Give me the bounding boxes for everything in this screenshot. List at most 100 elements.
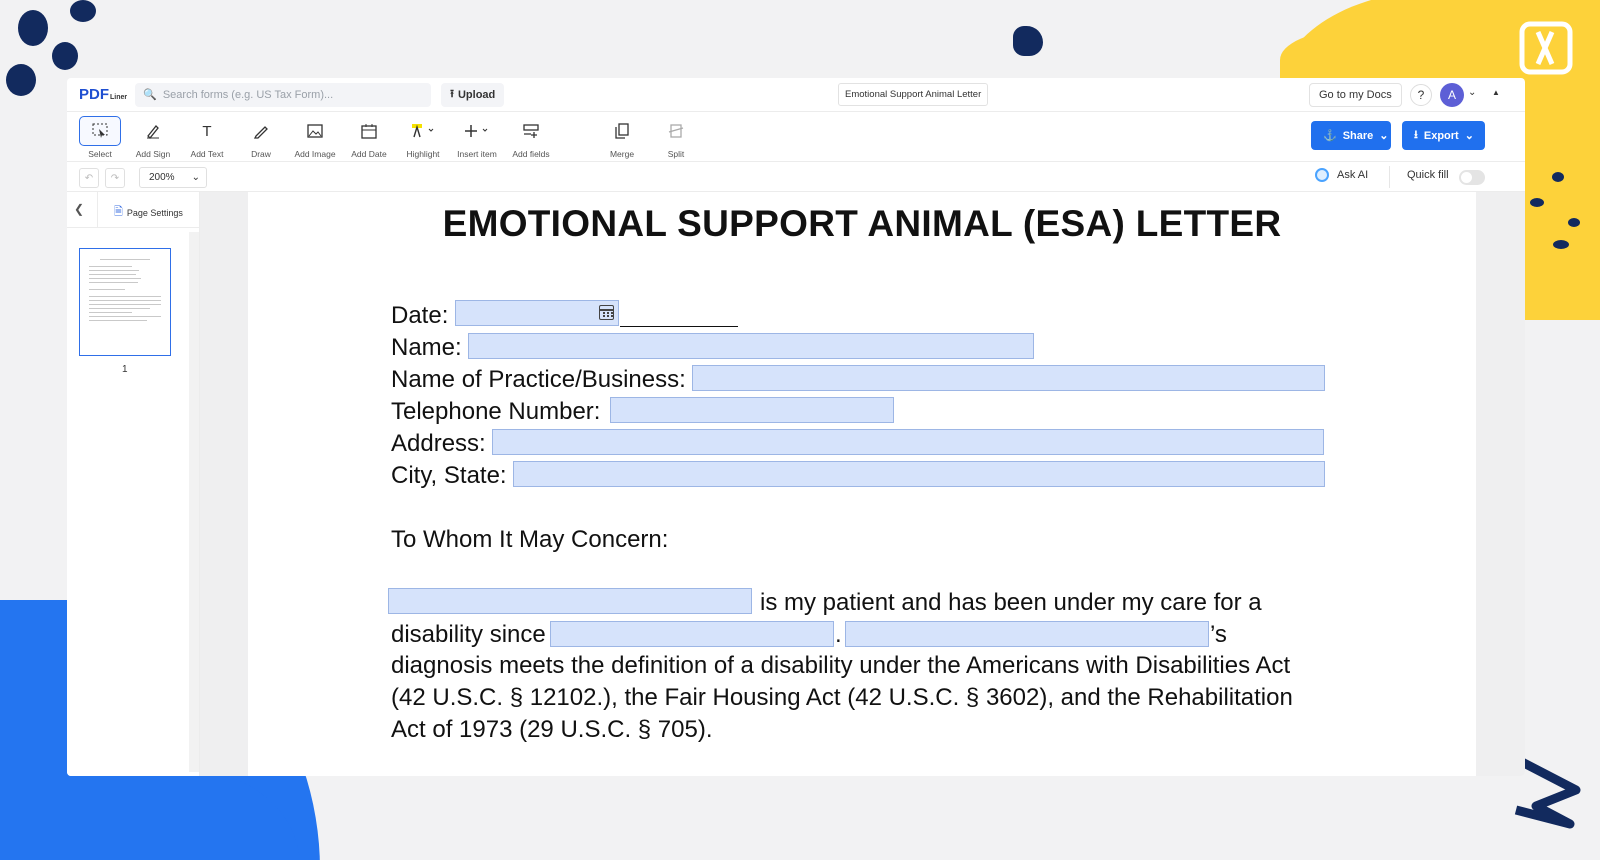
- redo-button[interactable]: ↷: [105, 168, 125, 188]
- search-placeholder: Search forms (e.g. US Tax Form)...: [162, 88, 334, 101]
- tool-select[interactable]: Select: [75, 116, 125, 159]
- tool-highlight[interactable]: Highlight: [398, 116, 448, 159]
- download-icon: ⭳: [1414, 129, 1418, 141]
- decor-spot: [1568, 218, 1580, 227]
- avatar[interactable]: A: [1440, 83, 1464, 107]
- sidebar-scrollbar[interactable]: [189, 232, 199, 772]
- split-icon: [655, 116, 697, 146]
- salutation: To Whom It May Concern:: [391, 526, 669, 553]
- upload-button[interactable]: ⭱ Upload: [441, 82, 505, 107]
- document-heading: EMOTIONAL SUPPORT ANIMAL (ESA) LETTER: [442, 203, 1282, 244]
- chevron-left-icon[interactable]: ❮: [74, 202, 84, 216]
- ask-ai-button[interactable]: Ask AI: [1315, 168, 1368, 182]
- chevron-down-icon: ⌄: [191, 172, 200, 183]
- address-label: Address:: [391, 430, 486, 457]
- quick-fill-toggle[interactable]: [1459, 170, 1485, 185]
- export-label: Export: [1423, 129, 1459, 142]
- calendar-icon[interactable]: [599, 305, 614, 320]
- telephone-label: Telephone Number:: [391, 398, 601, 425]
- document-page: EMOTIONAL SUPPORT ANIMAL (ESA) LETTER Da…: [248, 192, 1476, 776]
- divider: [1389, 166, 1390, 188]
- text-icon: T: [202, 122, 212, 140]
- body-text: disability since: [391, 621, 546, 648]
- body-text: ’s: [1210, 621, 1227, 648]
- tool-add-sign[interactable]: Add Sign: [128, 116, 178, 159]
- go-to-docs-button[interactable]: Go to my Docs: [1309, 83, 1402, 107]
- calendar-icon: [348, 116, 390, 146]
- page-thumbnail[interactable]: [79, 248, 171, 356]
- help-button[interactable]: ?: [1410, 84, 1432, 106]
- tool-insert-item[interactable]: Insert item: [452, 116, 502, 159]
- tool-label: Highlight: [406, 149, 440, 159]
- decor-spot: [1530, 198, 1544, 207]
- chevron-down-icon: ⌄: [1379, 130, 1389, 142]
- ask-ai-label: Ask AI: [1337, 169, 1369, 181]
- city-state-label: City, State:: [391, 462, 507, 489]
- page-number: 1: [122, 364, 128, 375]
- decor-spot: [70, 0, 96, 22]
- body-text: is my patient and has been under my care…: [760, 589, 1262, 616]
- view-bar: ↶ ↷ 200% ⌄ Ask AI Quick fill: [67, 162, 1525, 192]
- zoom-value: 200%: [149, 172, 175, 183]
- decor-spot: [1552, 172, 1564, 182]
- since-date-field[interactable]: [550, 621, 834, 647]
- select-icon: [79, 116, 121, 146]
- telephone-field[interactable]: [610, 397, 894, 423]
- tool-label: Add Date: [351, 149, 387, 159]
- date-underline: [620, 326, 738, 327]
- share-button[interactable]: ⚓ Share ⌄: [1311, 121, 1391, 150]
- body-text: diagnosis meets the definition of a disa…: [391, 652, 1291, 679]
- scroll-up-icon[interactable]: ▲: [1492, 88, 1500, 97]
- search-icon: 🔍: [143, 89, 157, 101]
- date-label: Date:: [391, 302, 449, 329]
- decor-spot: [1013, 26, 1043, 56]
- decor-spot: [6, 64, 36, 96]
- tool-add-fields[interactable]: Add fields: [506, 116, 556, 159]
- pages-sidebar: ❮ 🗎 Page Settings 1: [67, 192, 200, 776]
- patient-name-field[interactable]: [388, 588, 752, 614]
- plus-icon: [456, 116, 498, 146]
- pdfliner-logo[interactable]: PDF Liner: [79, 86, 127, 103]
- zoom-select[interactable]: 200% ⌄: [139, 167, 207, 188]
- app-window: PDF Liner 🔍 Search forms (e.g. US Tax Fo…: [67, 78, 1525, 776]
- body-text: (42 U.S.C. § 12102.), the Fair Housing A…: [391, 684, 1293, 711]
- tool-label: Merge: [609, 149, 635, 159]
- practice-field[interactable]: [692, 365, 1325, 391]
- page-settings-button[interactable]: 🗎 Page Settings: [114, 203, 183, 222]
- document-canvas: EMOTIONAL SUPPORT ANIMAL (ESA) LETTER Da…: [200, 192, 1525, 776]
- share-icon: ⚓: [1323, 130, 1337, 142]
- name-label: Name:: [391, 334, 462, 361]
- document-title[interactable]: Emotional Support Animal Letter: [838, 83, 989, 106]
- export-button[interactable]: ⭳ Export ⌄: [1402, 121, 1485, 150]
- body-text: Act of 1973 (29 U.S.C. § 705).: [391, 716, 713, 743]
- decor-spot: [52, 42, 78, 70]
- tool-draw[interactable]: Draw: [236, 116, 286, 159]
- tool-label: Add fields: [512, 149, 550, 159]
- image-icon: [294, 116, 336, 146]
- tool-merge[interactable]: Merge: [597, 116, 647, 159]
- decor-spot: [1553, 240, 1569, 249]
- city-state-field[interactable]: [513, 461, 1325, 487]
- address-field[interactable]: [492, 429, 1324, 455]
- tool-label: Add Sign: [135, 149, 171, 159]
- decor-spot: [18, 10, 48, 46]
- tool-add-date[interactable]: Add Date: [344, 116, 394, 159]
- name-field[interactable]: [468, 333, 1034, 359]
- top-bar: PDF Liner 🔍 Search forms (e.g. US Tax Fo…: [67, 78, 1525, 112]
- tool-label: Draw: [251, 149, 271, 159]
- divider: [97, 192, 98, 228]
- tool-label: Insert item: [457, 149, 497, 159]
- chevron-down-icon[interactable]: ⌄: [1468, 87, 1476, 98]
- undo-button[interactable]: ↶: [79, 168, 99, 188]
- search-input[interactable]: 🔍 Search forms (e.g. US Tax Form)...: [135, 82, 432, 107]
- tool-split[interactable]: Split: [651, 116, 701, 159]
- decor-logo-mark: [1519, 21, 1573, 75]
- tool-label: Add Image: [294, 149, 336, 159]
- tool-label: Select: [88, 149, 112, 159]
- tool-add-image[interactable]: Add Image: [290, 116, 340, 159]
- share-label: Share: [1342, 129, 1374, 142]
- tool-add-text[interactable]: T Add Text: [182, 116, 232, 160]
- patient-name-possessive-field[interactable]: [845, 621, 1209, 647]
- date-field[interactable]: [455, 300, 619, 326]
- signature-icon: [132, 116, 174, 146]
